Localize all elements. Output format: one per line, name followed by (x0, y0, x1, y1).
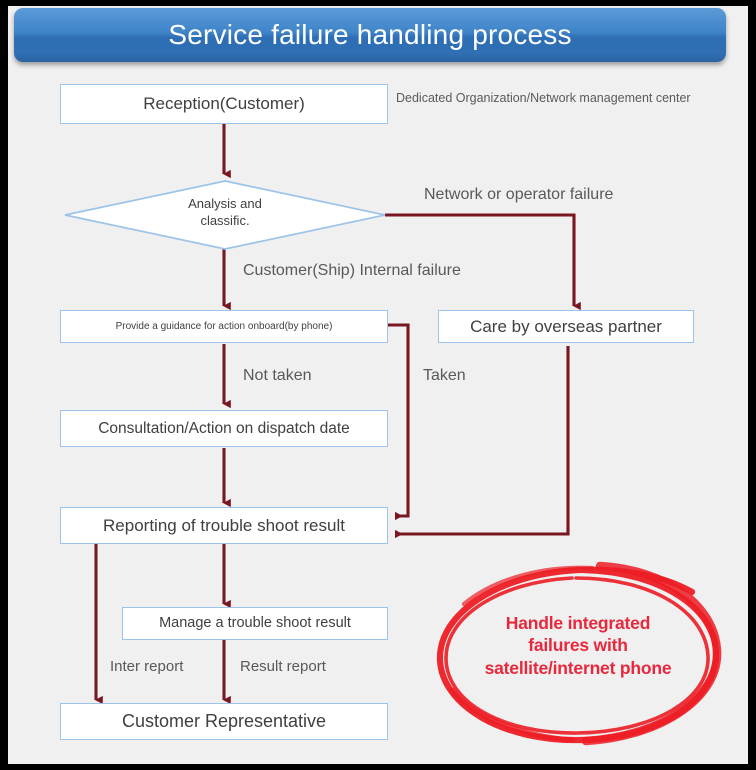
annotation-line-3: satellite/internet phone (484, 657, 672, 678)
node-overseas-partner[interactable]: Care by overseas partner (438, 310, 694, 343)
flowchart-page: Service failure handling process Recepti… (0, 0, 756, 770)
node-manage-result[interactable]: Manage a trouble shoot result (122, 607, 388, 640)
node-reception-label: Reception(Customer) (143, 94, 305, 114)
node-guidance-label: Provide a guidance for action onboard(by… (115, 320, 333, 332)
node-customer-representative-label: Customer Representative (121, 711, 327, 732)
edge-label-internal-failure: Customer(Ship) Internal failure (243, 262, 461, 279)
node-consultation[interactable]: Consultation/Action on dispatch date (60, 410, 388, 447)
node-reporting-label: Reporting of trouble shoot result (103, 515, 345, 535)
node-customer-representative[interactable]: Customer Representative (60, 703, 388, 740)
header-note: Dedicated Organization/Network managemen… (396, 91, 691, 105)
arrow-overseas-to-reporting (395, 346, 570, 539)
edge-label-result-report: Result report (240, 658, 326, 675)
node-overseas-partner-label: Care by overseas partner (470, 316, 662, 336)
arrow-guidance-taken-to-reporting (388, 323, 410, 521)
edge-label-not-taken: Not taken (243, 367, 312, 384)
decision-line-2: classific. (200, 212, 250, 228)
node-reporting[interactable]: Reporting of trouble shoot result (60, 507, 388, 544)
annotation-line-2: failures with (528, 635, 628, 656)
edge-label-inter-report: Inter report (110, 658, 184, 675)
annotation-callout: Handle integrated failures with satellit… (432, 612, 724, 679)
decision-line-1: Analysis and (188, 196, 262, 211)
edge-label-network-failure: Network or operator failure (424, 186, 614, 203)
arrow-decision-to-overseas (385, 213, 581, 311)
node-decision-label: Analysis and classific. (145, 196, 305, 230)
edge-label-taken: Taken (423, 367, 466, 384)
node-reception[interactable]: Reception(Customer) (60, 84, 388, 124)
node-manage-result-label: Manage a trouble shoot result (159, 615, 351, 632)
node-consultation-label: Consultation/Action on dispatch date (98, 419, 350, 437)
annotation-line-1: Handle integrated (505, 613, 651, 633)
node-guidance[interactable]: Provide a guidance for action onboard(by… (60, 310, 388, 343)
